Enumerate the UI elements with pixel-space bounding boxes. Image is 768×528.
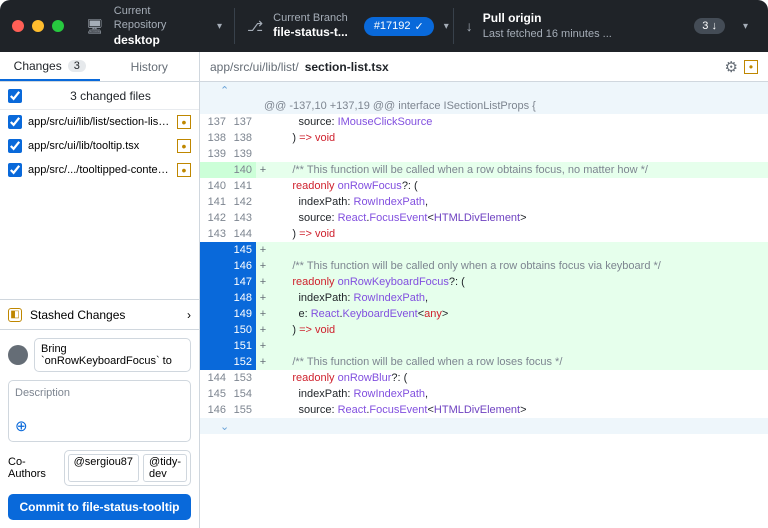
- breadcrumb-file: section-list.tsx: [305, 60, 389, 74]
- diff-view[interactable]: ⌃@@ -137,10 +137,19 @@ interface ISectio…: [200, 82, 768, 528]
- window-controls[interactable]: [8, 20, 74, 32]
- diff-line[interactable]: 146155 source: React.FocusEvent<HTMLDivE…: [200, 402, 768, 418]
- file-path: app/src/.../tooltipped-content.tsx: [28, 164, 171, 176]
- diff-line[interactable]: 137137 source: IMouseClickSource: [200, 114, 768, 130]
- coauthor-chip[interactable]: @sergiou87: [68, 454, 139, 482]
- file-checkbox[interactable]: [8, 163, 22, 177]
- changes-count-badge: 3: [68, 60, 86, 72]
- file-path: app/src/ui/lib/list/section-list.tsx: [28, 116, 171, 128]
- tab-history[interactable]: History: [100, 52, 200, 81]
- file-checkbox[interactable]: [8, 139, 22, 153]
- select-all-checkbox[interactable]: [8, 89, 22, 103]
- modified-icon: •: [177, 115, 191, 129]
- pull-label: Pull origin: [483, 11, 685, 27]
- diff-line[interactable]: 142143 source: React.FocusEvent<HTMLDivE…: [200, 210, 768, 226]
- check-icon: ✓: [415, 20, 424, 33]
- pr-badge-group[interactable]: #17192✓ ▾: [360, 17, 453, 36]
- diff-line[interactable]: 146+ /** This function will be called on…: [200, 258, 768, 274]
- diff-line[interactable]: 139139: [200, 146, 768, 162]
- diff-line[interactable]: 149+ e: React.KeyboardEvent<any>: [200, 306, 768, 322]
- file-row[interactable]: app/src/ui/lib/list/section-list.tsx •: [0, 110, 199, 134]
- coauthors-input[interactable]: @sergiou87@tidy-dev: [64, 450, 191, 486]
- expand-down-icon[interactable]: ⌄: [200, 418, 768, 434]
- pull-selector[interactable]: ↓ Pull origin Last fetched 16 minutes ..…: [454, 0, 760, 52]
- stash-label: Stashed Changes: [30, 308, 179, 322]
- diff-line[interactable]: 152+ /** This function will be called wh…: [200, 354, 768, 370]
- expand-up-icon[interactable]: ⌃: [200, 82, 768, 98]
- diff-line[interactable]: 151+: [200, 338, 768, 354]
- repo-label: Current Repository: [114, 4, 199, 33]
- commit-description-input[interactable]: Description ⊕: [8, 380, 191, 442]
- sidebar: Changes 3 History 3 changed files app/sr…: [0, 52, 200, 528]
- gear-icon[interactable]: ⚙: [725, 58, 738, 76]
- diff-line[interactable]: 145+: [200, 242, 768, 258]
- chevron-down-icon: ▾: [217, 21, 222, 32]
- branch-selector[interactable]: ⎇ Current Branch file-status-t...: [235, 0, 360, 52]
- modified-icon: •: [177, 163, 191, 177]
- stashed-changes[interactable]: ◧ Stashed Changes ›: [0, 299, 199, 329]
- diff-line[interactable]: 150+ ) => void: [200, 322, 768, 338]
- breadcrumb-path: app/src/ui/lib/list/: [210, 60, 299, 74]
- add-coauthor-icon[interactable]: ⊕: [15, 417, 184, 435]
- branch-value: file-status-t...: [273, 25, 348, 41]
- pull-icon: ↓: [466, 18, 473, 34]
- diff-line[interactable]: 148+ indexPath: RowIndexPath,: [200, 290, 768, 306]
- computer-icon: 🖥: [86, 18, 104, 35]
- diff-line[interactable]: 145154 indexPath: RowIndexPath,: [200, 386, 768, 402]
- minimize-window-dot[interactable]: [32, 20, 44, 32]
- diff-line[interactable]: 141142 indexPath: RowIndexPath,: [200, 194, 768, 210]
- branch-icon: ⎇: [247, 18, 263, 35]
- file-checkbox[interactable]: [8, 115, 22, 129]
- diff-line[interactable]: 144153 readonly onRowBlur?: (: [200, 370, 768, 386]
- diff-line[interactable]: 147+ readonly onRowKeyboardFocus?: (: [200, 274, 768, 290]
- coauthor-chip[interactable]: @tidy-dev: [143, 454, 187, 482]
- diff-line[interactable]: 138138 ) => void: [200, 130, 768, 146]
- file-row[interactable]: app/src/.../tooltipped-content.tsx •: [0, 158, 199, 182]
- diff-line[interactable]: 140+ /** This function will be called wh…: [200, 162, 768, 178]
- files-header-text: 3 changed files: [30, 89, 191, 103]
- titlebar: 🖥 Current Repository desktop ▾ ⎇ Current…: [0, 0, 768, 52]
- avatar: [8, 345, 28, 365]
- close-window-dot[interactable]: [12, 20, 24, 32]
- commit-summary-input[interactable]: Bring `onRowKeyboardFocus` to: [34, 338, 191, 372]
- chevron-right-icon: ›: [187, 308, 191, 322]
- file-row[interactable]: app/src/ui/lib/tooltip.tsx •: [0, 134, 199, 158]
- breadcrumb: app/src/ui/lib/list/section-list.tsx ⚙ •: [200, 52, 768, 82]
- commit-panel: Bring `onRowKeyboardFocus` to Descriptio…: [0, 329, 199, 528]
- file-path: app/src/ui/lib/tooltip.tsx: [28, 140, 171, 152]
- tab-changes[interactable]: Changes 3: [0, 52, 100, 81]
- pull-value: Last fetched 16 minutes ...: [483, 27, 685, 41]
- commit-button[interactable]: Commit to file-status-tooltip: [8, 494, 191, 520]
- pr-badge[interactable]: #17192✓: [364, 17, 434, 36]
- diff-line[interactable]: 143144 ) => void: [200, 226, 768, 242]
- repo-selector[interactable]: 🖥 Current Repository desktop ▾: [74, 0, 234, 52]
- files-header: 3 changed files: [0, 82, 199, 110]
- chevron-down-icon: ▾: [444, 21, 449, 32]
- stash-icon: ◧: [8, 308, 22, 322]
- coauthors-label: Co-Authors: [8, 456, 60, 480]
- diff-line[interactable]: 140141 readonly onRowFocus?: (: [200, 178, 768, 194]
- chevron-down-icon: ▾: [743, 21, 748, 32]
- sidebar-tabs: Changes 3 History: [0, 52, 199, 82]
- zoom-window-dot[interactable]: [52, 20, 64, 32]
- modified-icon: •: [744, 60, 758, 74]
- hunk-header: @@ -137,10 +137,19 @@ interface ISection…: [256, 98, 768, 114]
- pull-count-badge: 3 ↓: [694, 18, 725, 34]
- modified-icon: •: [177, 139, 191, 153]
- diff-content: app/src/ui/lib/list/section-list.tsx ⚙ •…: [200, 52, 768, 528]
- branch-label: Current Branch: [273, 11, 348, 25]
- repo-value: desktop: [114, 33, 199, 49]
